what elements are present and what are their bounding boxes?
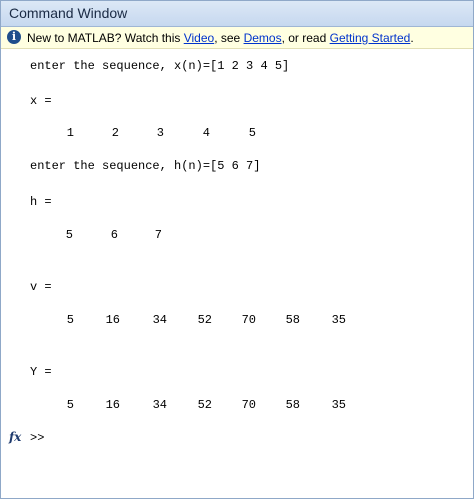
x-label: x = [30,94,52,108]
y-value: 5 [66,398,74,412]
v-value: 35 [331,313,346,327]
fx-icon[interactable]: fx [9,430,21,444]
info-mid2: , or read [281,31,330,45]
v-value: 58 [285,313,300,327]
window-title: Command Window [9,5,128,21]
x-value: 4 [202,126,210,140]
h-value: 7 [154,228,162,242]
v-label: v = [30,280,52,294]
h-label: h = [30,195,52,209]
title-bar[interactable]: Command Window [1,1,473,27]
info-suffix: . [410,31,414,45]
info-text: New to MATLAB? Watch this Video, see Dem… [27,31,414,45]
y-value: 16 [105,398,120,412]
console-output[interactable]: enter the sequence, x(n)=[1 2 3 4 5] x =… [30,49,470,498]
info-prefix: New to MATLAB? Watch this [27,31,184,45]
y-value: 34 [152,398,167,412]
h-value: 6 [110,228,118,242]
getting-started-link[interactable]: Getting Started [330,31,411,45]
x-value: 2 [111,126,119,140]
y-value: 70 [241,398,256,412]
v-value: 52 [197,313,212,327]
x-value: 1 [66,126,74,140]
video-link[interactable]: Video [184,31,214,45]
x-value: 3 [156,126,164,140]
info-mid1: , see [214,31,244,45]
y-value: 52 [197,398,212,412]
v-value: 5 [66,313,74,327]
v-value: 34 [152,313,167,327]
x-value: 5 [248,126,256,140]
y-value: 35 [331,398,346,412]
command-prompt[interactable]: >> [30,431,44,445]
y-value: 58 [285,398,300,412]
command-window: Command Window i New to MATLAB? Watch th… [0,0,474,499]
v-value: 16 [105,313,120,327]
info-icon: i [7,30,21,44]
y-label: Y = [30,365,52,379]
demos-link[interactable]: Demos [244,31,282,45]
info-bar: i New to MATLAB? Watch this Video, see D… [1,27,473,49]
input-line-x: enter the sequence, x(n)=[1 2 3 4 5] [30,59,290,73]
v-value: 70 [241,313,256,327]
h-value: 5 [65,228,73,242]
input-line-h: enter the sequence, h(n)=[5 6 7] [30,159,261,173]
